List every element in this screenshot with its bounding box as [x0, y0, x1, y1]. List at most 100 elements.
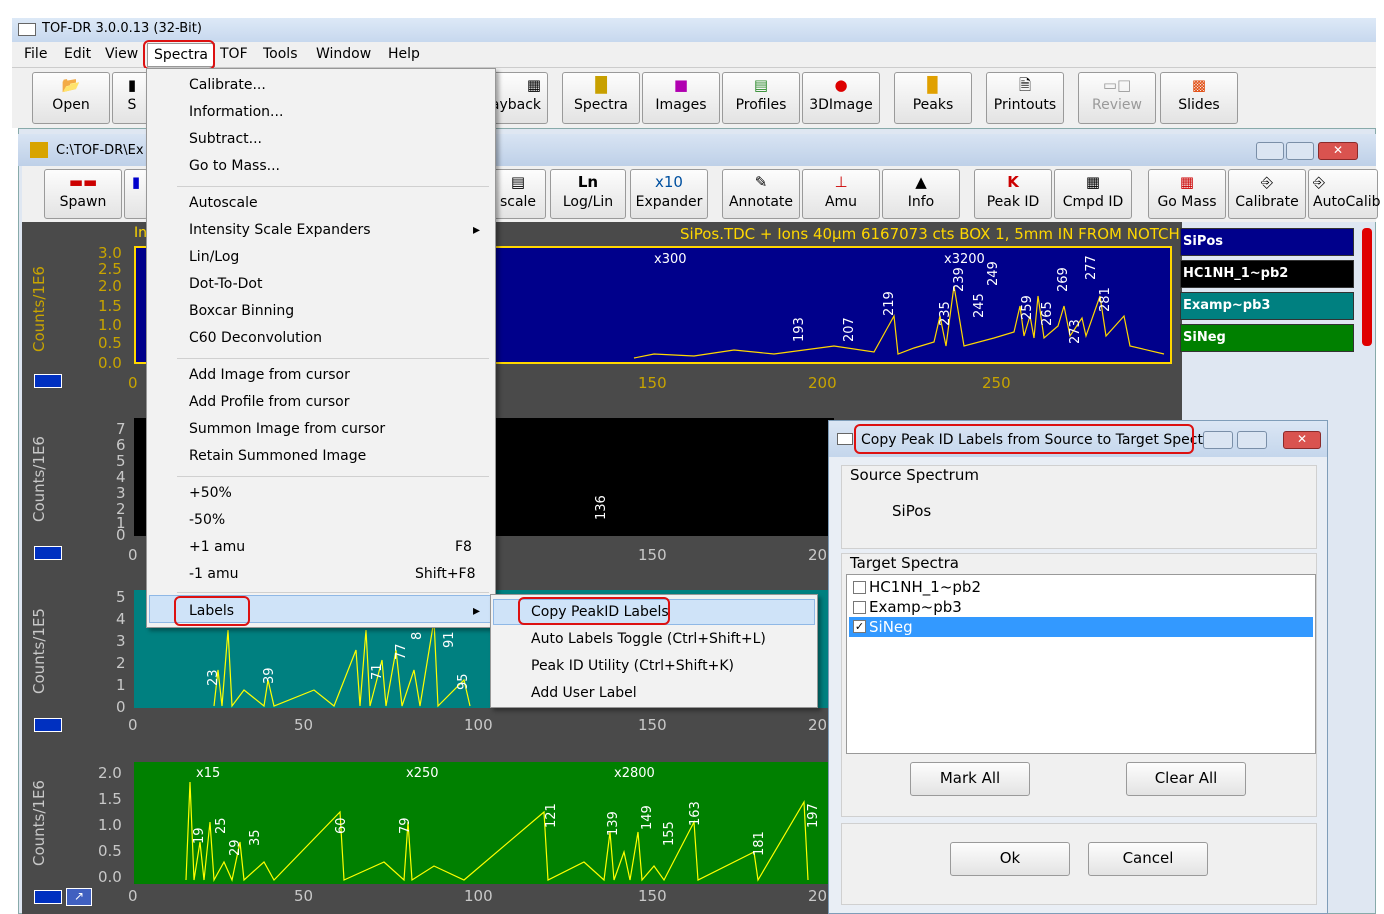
peaks-button[interactable]: ▉ Peaks: [894, 72, 972, 124]
menu-separator: [177, 592, 489, 593]
target-item-sineg[interactable]: ✓ SiNeg: [849, 617, 1313, 637]
plot4-ytick: 0.5: [98, 842, 122, 860]
legend-examp[interactable]: Examp~pb3: [1180, 292, 1354, 320]
plot3-ylabel: Counts/1E5: [30, 608, 48, 694]
target-item-examp[interactable]: Examp~pb3: [849, 597, 1313, 617]
plot3-ytick: 3: [116, 632, 126, 650]
plot2-scale-icon[interactable]: [34, 546, 62, 560]
plot4-peak-label: 19: [192, 827, 207, 844]
submenu-peak-id-utility[interactable]: Peak ID Utility (Ctrl+Shift+K): [531, 658, 734, 674]
menu-item-boxcar-binning[interactable]: Boxcar Binning: [189, 303, 294, 319]
menu-item-information[interactable]: Information...: [189, 104, 283, 120]
plot4-expander: x250: [406, 766, 439, 781]
menu-separator: [177, 358, 489, 359]
menu-item-go-to-mass[interactable]: Go to Mass...: [189, 158, 280, 174]
legend-hc1nh[interactable]: HC1NH_1~pb2: [1180, 260, 1354, 288]
menu-tof[interactable]: TOF: [220, 46, 248, 62]
menu-item-plus50[interactable]: +50%: [189, 485, 232, 501]
maximize-button[interactable]: [1286, 142, 1314, 160]
plot2-xtick: 150: [638, 546, 667, 564]
menu-edit[interactable]: Edit: [64, 46, 91, 62]
images-icon: ■: [673, 76, 689, 94]
submenu-add-user-label[interactable]: Add User Label: [531, 685, 637, 701]
legend-sineg[interactable]: SiNeg: [1180, 324, 1354, 352]
mark-all-button[interactable]: Mark All: [910, 762, 1030, 796]
clear-all-button[interactable]: Clear All: [1126, 762, 1246, 796]
plot4-ytick: 1.5: [98, 790, 122, 808]
submenu-auto-labels-toggle[interactable]: Auto Labels Toggle (Ctrl+Shift+L): [531, 631, 766, 647]
plot1-ytick: 1.0: [98, 316, 122, 334]
plot4-scale-icon[interactable]: [34, 890, 62, 904]
dialog-maximize-button[interactable]: [1237, 431, 1267, 449]
plot1-peak-label: 239: [952, 267, 967, 292]
legend-sipos[interactable]: SiPos: [1180, 228, 1354, 256]
calibrate-button[interactable]: ⎆ Calibrate: [1228, 169, 1306, 219]
minimize-button[interactable]: [1256, 142, 1284, 160]
menu-item-dot-to-dot[interactable]: Dot-To-Dot: [189, 276, 263, 292]
menu-item-add-profile[interactable]: Add Profile from cursor: [189, 394, 350, 410]
amu-button[interactable]: ⊥ Amu: [802, 169, 880, 219]
peak-id-button[interactable]: K Peak ID: [974, 169, 1052, 219]
loglin-button[interactable]: Ln Log/Lin: [550, 169, 626, 219]
plot4-peak-label: 35: [248, 829, 263, 846]
menu-item-autoscale[interactable]: Autoscale: [189, 195, 258, 211]
target-checkbox[interactable]: [853, 581, 866, 594]
menu-item-plus1amu[interactable]: +1 amu: [189, 539, 245, 555]
menu-item-retain-summoned[interactable]: Retain Summoned Image: [189, 448, 366, 464]
3dimage-button[interactable]: ● 3DImage: [802, 72, 880, 124]
plot1-scale-icon[interactable]: [34, 374, 62, 388]
menu-item-summon-image[interactable]: Summon Image from cursor: [189, 421, 385, 437]
slides-button[interactable]: ▩ Slides: [1160, 72, 1238, 124]
menu-view[interactable]: View: [105, 46, 138, 62]
menu-item-intensity-scale-expanders[interactable]: Intensity Scale Expanders: [189, 222, 371, 238]
cancel-button[interactable]: Cancel: [1088, 842, 1208, 876]
review-button[interactable]: ▭□ Review: [1078, 72, 1156, 124]
menu-item-subtract[interactable]: Subtract...: [189, 131, 262, 147]
spawn2-button[interactable]: ▮: [124, 169, 148, 219]
menu-item-c60-deconvolution[interactable]: C60 Deconvolution: [189, 330, 322, 346]
dialog-close-icon[interactable]: ✕: [1283, 431, 1321, 449]
menu-file[interactable]: File: [24, 46, 47, 62]
menu-window[interactable]: Window: [316, 46, 371, 62]
annotate-button[interactable]: ✎ Annotate: [722, 169, 800, 219]
dialog-minimize-button[interactable]: [1203, 431, 1233, 449]
target-checkbox[interactable]: [853, 601, 866, 614]
target-group: Target Spectra HC1NH_1~pb2 Examp~pb3 ✓ S…: [841, 553, 1317, 817]
menu-tools[interactable]: Tools: [263, 46, 298, 62]
ok-button[interactable]: Ok: [950, 842, 1070, 876]
plot4-peak-label: 163: [688, 801, 703, 826]
plot4-peak-label: 79: [398, 817, 413, 834]
spawn-button[interactable]: ▬▬ Spawn: [44, 169, 122, 219]
target-item-hc1nh[interactable]: HC1NH_1~pb2: [849, 577, 1313, 597]
menu-help[interactable]: Help: [388, 46, 420, 62]
plot1-peak-label: 269: [1056, 267, 1071, 292]
menu-item-add-image[interactable]: Add Image from cursor: [189, 367, 350, 383]
menu-item-calibrate[interactable]: Calibrate...: [189, 77, 266, 93]
plot4-zoom-icon[interactable]: ↗: [66, 888, 92, 906]
menu-item-minus1amu[interactable]: -1 amu: [189, 566, 239, 582]
printouts-button[interactable]: 🗎 Printouts: [986, 72, 1064, 124]
images-button[interactable]: ■ Images: [642, 72, 720, 124]
plot4-expander: x15: [196, 766, 221, 781]
printouts-icon: 🗎: [1018, 76, 1032, 94]
menu-item-lin-log[interactable]: Lin/Log: [189, 249, 239, 265]
autocalib-icon: ⎆: [1313, 173, 1326, 191]
scale-button[interactable]: ▤ scale: [490, 169, 546, 219]
shortcut-shift-f8: Shift+F8: [415, 566, 476, 582]
cmpd-id-button[interactable]: ▦ Cmpd ID: [1054, 169, 1132, 219]
spectra-button[interactable]: █ Spectra: [562, 72, 640, 124]
menu-item-minus50[interactable]: -50%: [189, 512, 225, 528]
target-checkbox-checked[interactable]: ✓: [853, 620, 866, 633]
go-mass-button[interactable]: ▦ Go Mass: [1148, 169, 1226, 219]
target-name: Examp~pb3: [869, 598, 962, 616]
plot3-scale-icon[interactable]: [34, 718, 62, 732]
plot4-ytick: 2.0: [98, 764, 122, 782]
open-button[interactable]: 📂 Open: [32, 72, 110, 124]
close-icon[interactable]: ✕: [1318, 142, 1358, 160]
expander-button[interactable]: x10 Expander: [630, 169, 708, 219]
target-name: HC1NH_1~pb2: [869, 578, 981, 596]
plot2-ytick: 0: [116, 526, 126, 544]
profiles-button[interactable]: ▤ Profiles: [722, 72, 800, 124]
autocalib-button[interactable]: ⎆ AutoCalib: [1308, 169, 1381, 219]
info-button[interactable]: ▲ Info: [882, 169, 960, 219]
